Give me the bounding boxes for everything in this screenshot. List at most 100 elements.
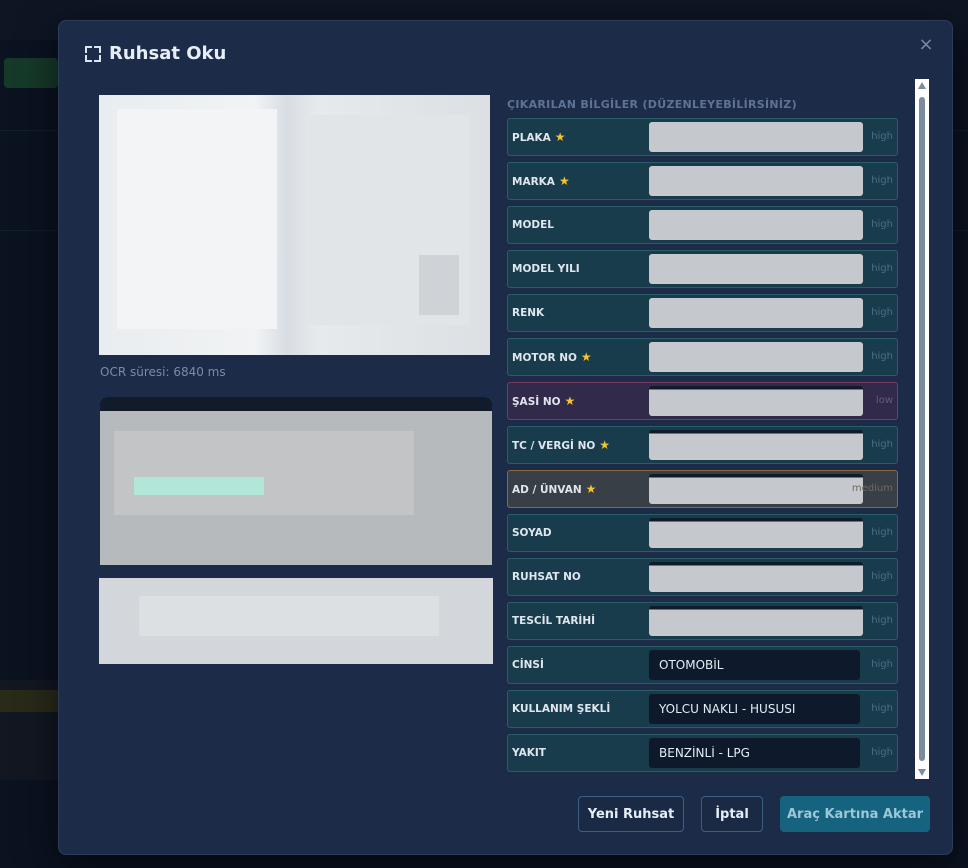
star-icon: ★ — [585, 482, 597, 496]
field-row: RUHSAT NO high — [507, 558, 898, 596]
field-label-text: CİNSİ — [512, 659, 544, 671]
field-label-text: MODEL — [512, 219, 554, 231]
field-input[interactable] — [649, 254, 863, 284]
field-label-text: MODEL YILI — [512, 263, 580, 275]
license-crop-top — [100, 397, 492, 565]
field-row: ŞASİ NO ★ low — [507, 382, 898, 420]
confidence-label: high — [871, 571, 893, 582]
confidence-label: high — [871, 263, 893, 274]
field-input[interactable] — [649, 298, 863, 328]
field-row: SOYAD high — [507, 514, 898, 552]
close-icon[interactable]: × — [916, 35, 936, 55]
field-input[interactable] — [649, 606, 863, 636]
field-input[interactable] — [649, 474, 863, 504]
confidence-label: high — [871, 703, 893, 714]
field-input[interactable] — [649, 122, 863, 152]
field-input[interactable] — [649, 386, 863, 416]
field-label: MODEL YILI — [512, 251, 580, 287]
license-crop-bottom — [99, 578, 493, 664]
fields-scrollbar[interactable] — [915, 79, 929, 779]
field-label: TC / VERGİ NO ★ — [512, 427, 610, 464]
field-row: KULLANIM ŞEKLİ high — [507, 690, 898, 728]
field-label: YAKIT — [512, 735, 546, 771]
field-label-text: MOTOR NO — [512, 352, 577, 364]
field-label: CİNSİ — [512, 647, 544, 683]
field-label: TESCİL TARİHİ — [512, 603, 595, 639]
confidence-label: high — [871, 131, 893, 142]
field-label-text: AD / ÜNVAN — [512, 484, 582, 496]
new-license-button[interactable]: Yeni Ruhsat — [578, 796, 684, 832]
scroll-down-icon[interactable] — [918, 769, 926, 776]
field-label: MOTOR NO ★ — [512, 339, 592, 376]
field-label-text: RUHSAT NO — [512, 571, 581, 583]
field-row: TC / VERGİ NO ★ high — [507, 426, 898, 464]
ocr-duration: OCR süresi: 6840 ms — [100, 365, 226, 379]
field-label: SOYAD — [512, 515, 552, 551]
star-icon: ★ — [564, 394, 576, 408]
field-input[interactable] — [649, 430, 863, 460]
field-row: TESCİL TARİHİ high — [507, 602, 898, 640]
field-label-text: TC / VERGİ NO — [512, 440, 596, 452]
confidence-label: high — [871, 219, 893, 230]
field-input[interactable] — [649, 562, 863, 592]
confidence-label: high — [871, 175, 893, 186]
field-label: AD / ÜNVAN ★ — [512, 471, 596, 508]
field-row: MODEL high — [507, 206, 898, 244]
field-row: MOTOR NO ★ high — [507, 338, 898, 376]
field-row: AD / ÜNVAN ★ medium — [507, 470, 898, 508]
star-icon: ★ — [558, 174, 570, 188]
star-icon: ★ — [599, 438, 611, 452]
field-row: YAKIT high — [507, 734, 898, 772]
field-label-text: TESCİL TARİHİ — [512, 615, 596, 627]
field-row: MODEL YILI high — [507, 250, 898, 288]
field-label: RENK — [512, 295, 544, 331]
field-input[interactable] — [649, 738, 860, 768]
field-label: MARKA ★ — [512, 163, 570, 200]
field-row: RENK high — [507, 294, 898, 332]
field-input[interactable] — [649, 518, 863, 548]
field-input[interactable] — [649, 650, 860, 680]
license-photo — [99, 95, 490, 355]
focus-frame-icon — [85, 45, 101, 62]
field-label-text: RENK — [512, 307, 545, 319]
confidence-label: high — [871, 747, 893, 758]
ruhsat-oku-modal: Ruhsat Oku × OCR süresi: 6840 ms ÇIKARIL… — [58, 20, 953, 855]
confidence-label: high — [871, 351, 893, 362]
backdrop-button — [4, 58, 58, 88]
field-label: PLAKA ★ — [512, 119, 566, 156]
field-label: KULLANIM ŞEKLİ — [512, 691, 610, 727]
confidence-label: high — [871, 307, 893, 318]
section-title: ÇIKARILAN BİLGİLER (DÜZENLEYEBİLİRSİNİZ) — [507, 98, 797, 111]
field-input[interactable] — [649, 210, 863, 240]
field-label-text: KULLANIM ŞEKLİ — [512, 703, 611, 715]
modal-header: Ruhsat Oku — [85, 43, 226, 64]
backdrop-banner — [0, 690, 58, 712]
field-label: RUHSAT NO — [512, 559, 581, 595]
field-label-text: MARKA — [512, 176, 555, 188]
extracted-fields: PLAKA ★ high MARKA ★ high MODEL high MODEL YILI h… — [507, 118, 899, 778]
field-row: MARKA ★ high — [507, 162, 898, 200]
field-row: PLAKA ★ high — [507, 118, 898, 156]
confidence-label: high — [871, 527, 893, 538]
field-label-text: PLAKA — [512, 132, 551, 144]
field-label-text: YAKIT — [512, 747, 546, 759]
field-label: MODEL — [512, 207, 554, 243]
confidence-label: high — [871, 615, 893, 626]
confidence-label: high — [871, 439, 893, 450]
transfer-to-vehicle-card-button[interactable]: Araç Kartına Aktar — [780, 796, 930, 832]
confidence-label: low — [875, 395, 893, 406]
scroll-thumb[interactable] — [919, 97, 925, 761]
field-label-text: SOYAD — [512, 527, 552, 539]
field-label: ŞASİ NO ★ — [512, 383, 575, 420]
star-icon: ★ — [580, 350, 592, 364]
modal-title: Ruhsat Oku — [109, 43, 227, 64]
cancel-button[interactable]: İptal — [701, 796, 763, 832]
confidence-label: medium — [851, 483, 893, 494]
scroll-up-icon[interactable] — [918, 82, 926, 89]
field-row: CİNSİ high — [507, 646, 898, 684]
field-input[interactable] — [649, 342, 863, 372]
field-input[interactable] — [649, 694, 860, 724]
field-input[interactable] — [649, 166, 863, 196]
confidence-label: high — [871, 659, 893, 670]
field-label-text: ŞASİ NO — [512, 396, 561, 408]
